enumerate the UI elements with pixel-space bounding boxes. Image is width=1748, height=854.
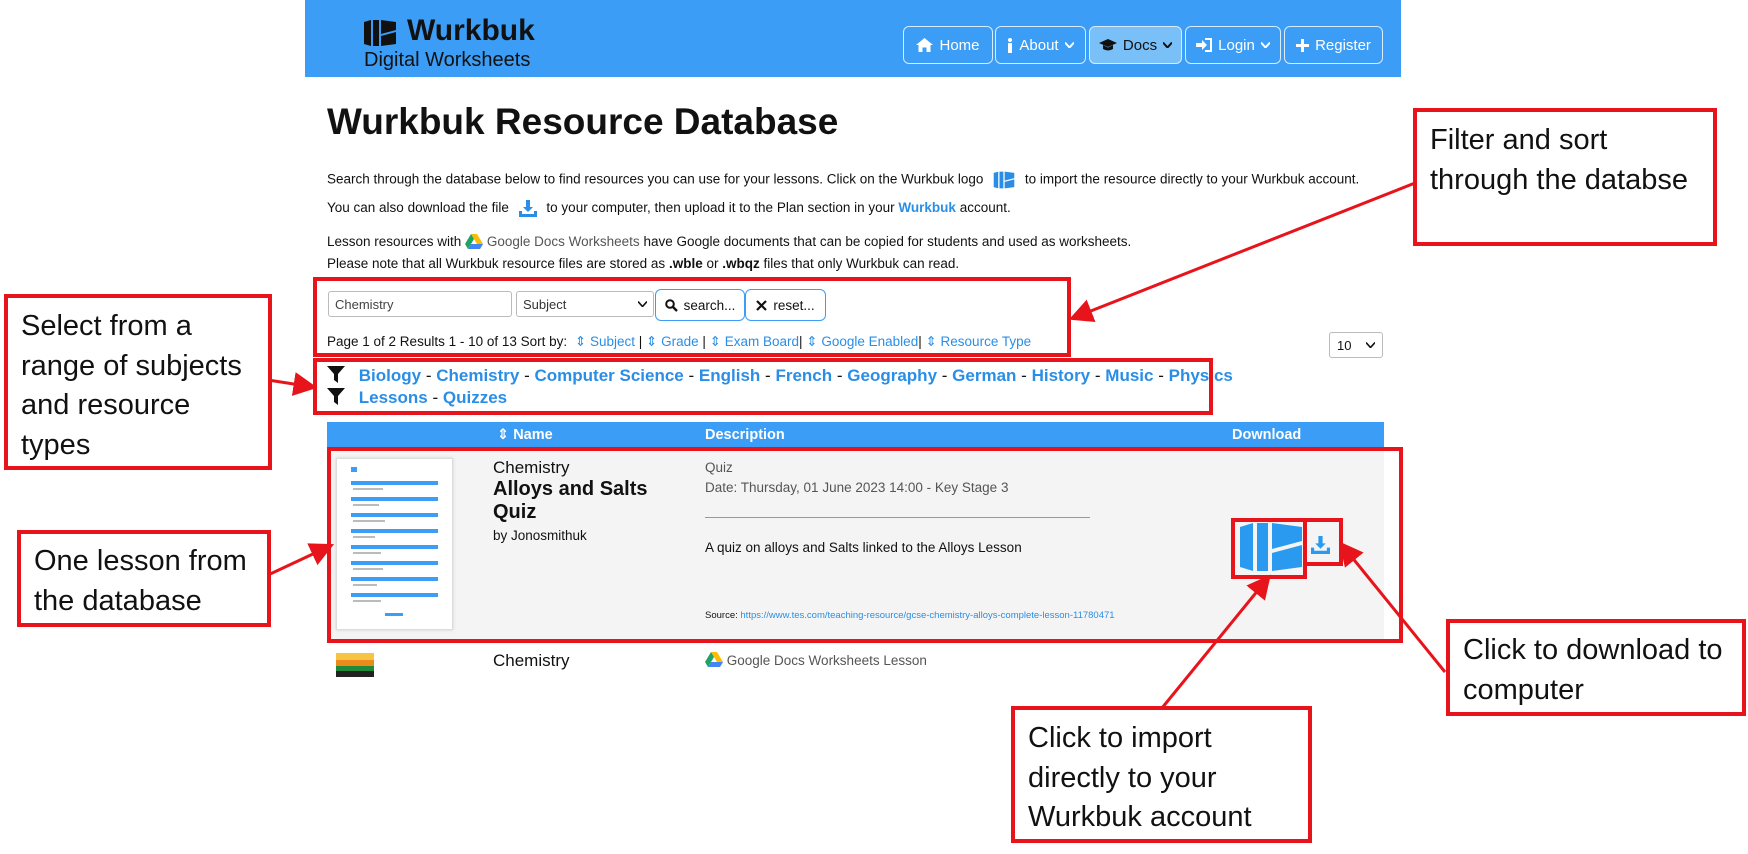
- callout-one-lesson: One lesson from the database: [17, 530, 271, 627]
- callout-select-subjects: Select from a range of subjects and reso…: [4, 294, 272, 470]
- callout-import: Click to import directly to your Wurkbuk…: [1011, 706, 1312, 843]
- callout-filter-sort: Filter and sort through the databse: [1413, 108, 1717, 246]
- callout-download: Click to download to computer: [1446, 619, 1746, 716]
